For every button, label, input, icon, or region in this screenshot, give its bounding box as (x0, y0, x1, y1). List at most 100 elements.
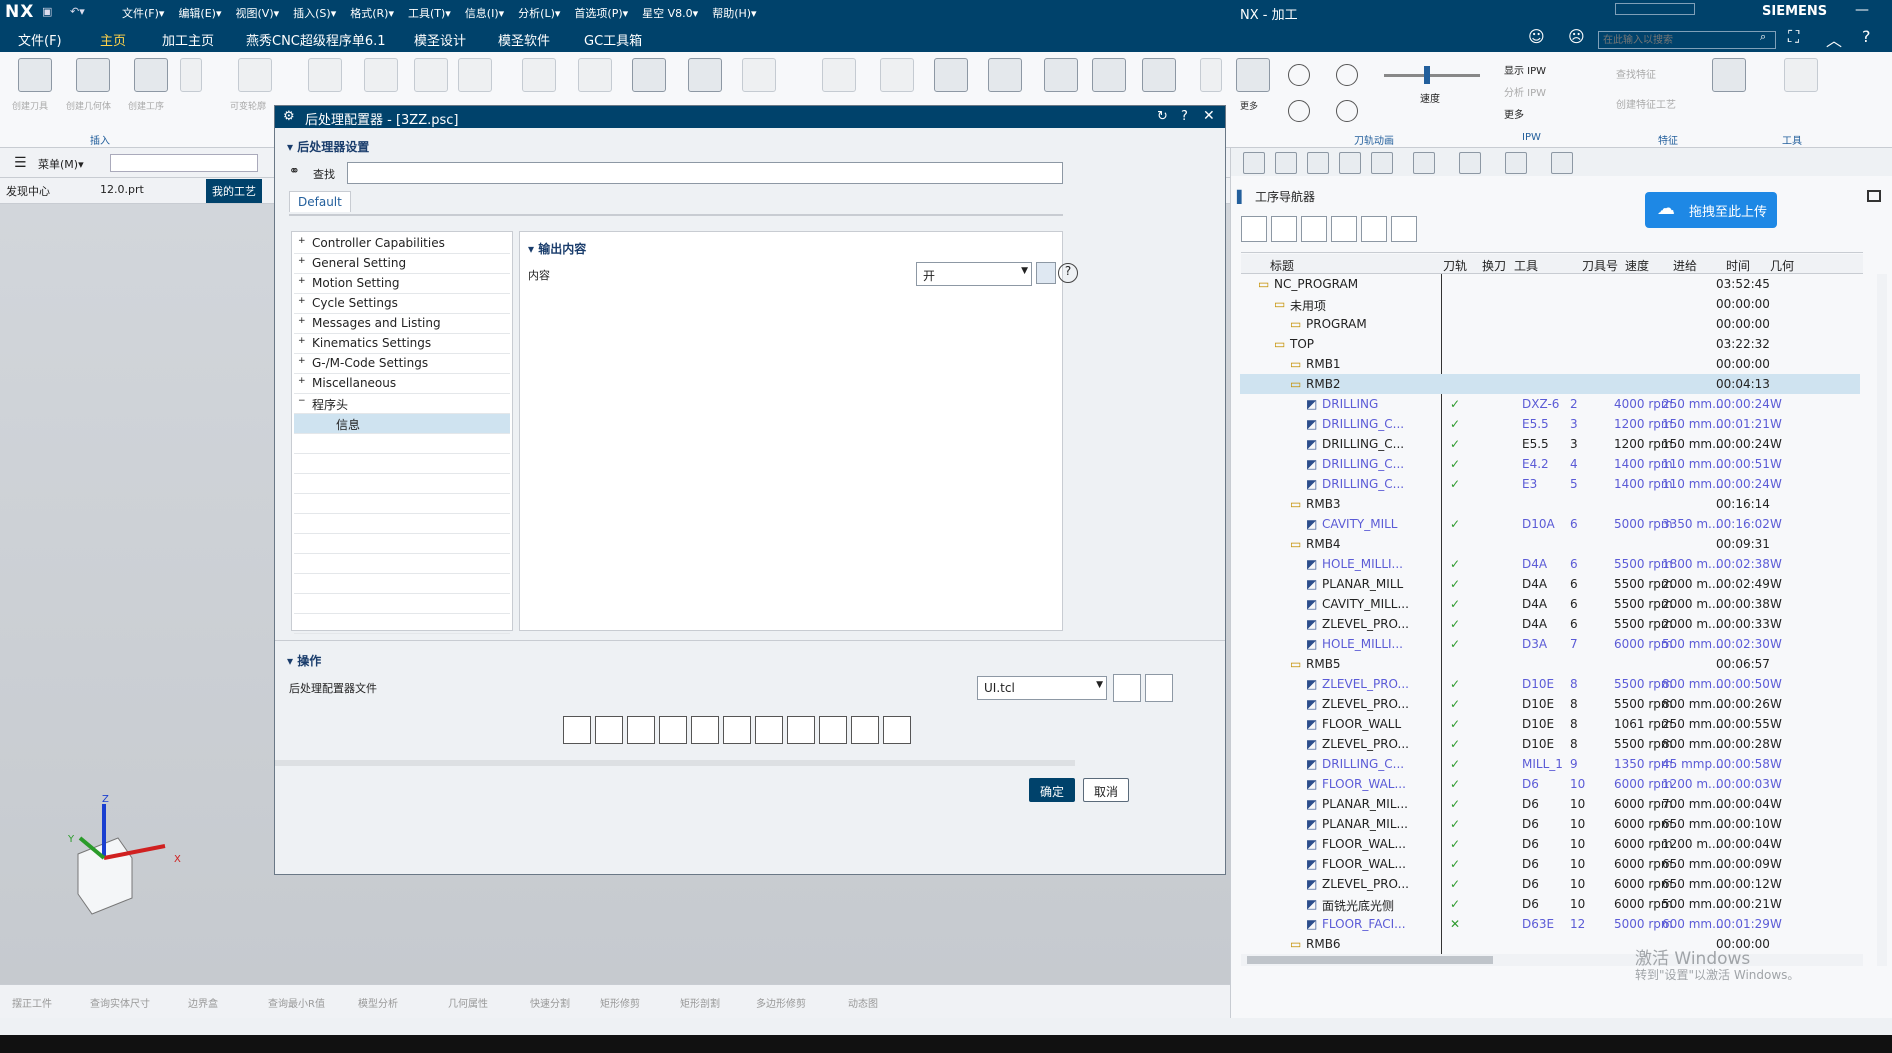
table-row[interactable]: ▭ 未用项 00:00:00 (1240, 294, 1860, 314)
table-row[interactable]: ◩ DRILLING_C... ✓ MILL_1 9 1350 rpm 45 mmp... 0… (1240, 754, 1860, 774)
post-configurator-button[interactable] (1784, 58, 1818, 92)
content-select[interactable]: 开 ▼ (916, 262, 1032, 286)
variable-contour-button[interactable] (238, 58, 272, 92)
table-row[interactable]: ◩ ZLEVEL_PRO... ✓ D10E 8 5500 rpm 800 mm... 00:… (1240, 694, 1860, 714)
expand-icon[interactable]: + (298, 356, 306, 366)
list-icon[interactable] (563, 716, 591, 744)
menu-item-6[interactable]: 信息(I)▾ (465, 5, 504, 21)
tree-item[interactable]: + Miscellaneous (294, 374, 510, 394)
tree-item[interactable]: + Messages and Listing (294, 314, 510, 334)
settings-section-header[interactable]: ▾ 后处理器设置 (287, 138, 369, 155)
op-tool-10[interactable] (822, 58, 856, 92)
table-row[interactable]: ◩ ZLEVEL_PRO... ✓ D10E 8 5500 rpm 800 mm... 00:… (1240, 674, 1860, 694)
status-tool-8[interactable]: 矩形剖割 (680, 995, 720, 1010)
view-tool-3[interactable] (1307, 152, 1329, 174)
tab-3[interactable]: 燕秀CNC超级程序单6.1 (246, 30, 386, 49)
info-question-icon[interactable]: ? (1058, 263, 1078, 283)
save-icon[interactable] (787, 716, 815, 744)
save-as-icon[interactable] (819, 716, 847, 744)
menu-button[interactable]: 菜单(M)▾ (38, 156, 84, 172)
menu-icon[interactable]: ☰ (14, 155, 27, 171)
config-tool-icon[interactable] (1145, 674, 1173, 702)
tree-item[interactable]: + General Setting (294, 254, 510, 274)
show-toolpath-button[interactable] (988, 58, 1022, 92)
menu-item-10[interactable]: 帮助(H)▾ (712, 5, 756, 21)
info-icon[interactable] (691, 716, 719, 744)
tab-default[interactable]: Default (289, 191, 351, 212)
tab-discovery-center[interactable]: 发现中心 (6, 183, 50, 199)
table-row[interactable]: ◩ PLANAR_MIL... ✓ D6 10 6000 rpm 700 mm... 00:0… (1240, 794, 1860, 814)
status-tool-4[interactable]: 模型分析 (358, 995, 398, 1010)
status-tool-3[interactable]: 查询最小R值 (268, 995, 325, 1010)
table-row[interactable]: ▭ NC_PROGRAM 03:52:45 (1240, 274, 1860, 294)
table-row[interactable]: ◩ ZLEVEL_PRO... ✓ D4A 6 5500 rpm 2000 m... 00:0… (1240, 614, 1860, 634)
tab-part-file[interactable]: 12.0.prt (100, 183, 144, 196)
settings-icon[interactable] (659, 716, 687, 744)
expand-icon[interactable]: − (298, 396, 306, 406)
restore-icon[interactable] (1867, 190, 1881, 202)
feature-more-button[interactable] (1712, 58, 1746, 92)
create-geometry-button[interactable] (76, 58, 110, 92)
show-ipw-button[interactable] (934, 58, 968, 92)
op-tool-11[interactable] (880, 58, 914, 92)
command-search-input[interactable] (1598, 31, 1776, 49)
folder-icon[interactable] (723, 716, 751, 744)
expand-icon[interactable]: + (298, 236, 306, 246)
menu-item-2[interactable]: 视图(V)▾ (236, 5, 280, 21)
menu-item-7[interactable]: 分析(L)▾ (518, 5, 560, 21)
collapse-icon[interactable]: ︿ (1826, 27, 1842, 51)
def-icon[interactable] (595, 716, 623, 744)
expand-icon[interactable]: + (298, 276, 306, 286)
view-tool-9[interactable] (1551, 152, 1573, 174)
op-tool-3[interactable] (364, 58, 398, 92)
create-operation-button[interactable] (134, 58, 168, 92)
view-tool-5[interactable] (1371, 152, 1393, 174)
horizontal-scrollbar[interactable] (1241, 954, 1863, 966)
view-tool-6[interactable] (1413, 152, 1435, 174)
horizontal-scrollbar-thumb[interactable] (1247, 956, 1493, 964)
undo-icon[interactable] (883, 716, 911, 744)
menu-item-1[interactable]: 编辑(E)▾ (178, 5, 221, 21)
export-icon[interactable] (851, 716, 879, 744)
tree-item[interactable]: + Motion Setting (294, 274, 510, 294)
status-tool-9[interactable]: 多边形修剪 (756, 995, 806, 1010)
expand-icon[interactable]: + (298, 256, 306, 266)
vertical-scrollbar[interactable] (1877, 274, 1887, 966)
more-ops-button[interactable] (1236, 58, 1270, 92)
table-row[interactable]: ▭ RMB4 00:09:31 (1240, 534, 1860, 554)
op-tool-6[interactable] (522, 58, 556, 92)
table-row[interactable]: ▭ PROGRAM 00:00:00 (1240, 314, 1860, 334)
output-section-header[interactable]: ▾ 输出内容 (528, 240, 586, 257)
show-ipw-label[interactable]: 显示 IPW (1504, 62, 1546, 77)
rewind-icon[interactable] (1288, 64, 1310, 86)
frown-icon[interactable]: ☹ (1568, 27, 1585, 46)
table-row[interactable]: ◩ DRILLING_C... ✓ E3 5 1400 rpm 110 mm... 00:00… (1240, 474, 1860, 494)
save-icon[interactable]: ▣ (42, 5, 52, 18)
view-tool-2[interactable] (1275, 152, 1297, 174)
tree-item[interactable]: + G-/M-Code Settings (294, 354, 510, 374)
tab-0[interactable]: 文件(F) (18, 30, 62, 49)
expand-icon[interactable]: + (298, 316, 306, 326)
find-feature-label[interactable]: 查找特征 (1616, 66, 1656, 81)
op-tool-9[interactable] (742, 58, 776, 92)
toolpath-report-button[interactable] (1092, 58, 1126, 92)
op-tool-2[interactable] (308, 58, 342, 92)
speed-slider-handle[interactable] (1424, 66, 1430, 84)
tab-6[interactable]: GC工具箱 (584, 30, 642, 49)
edit-icon[interactable] (627, 716, 655, 744)
undo-icon[interactable]: ↶▾ (70, 5, 85, 18)
view-tool-1[interactable] (1243, 152, 1265, 174)
table-row[interactable]: ◩ ZLEVEL_PRO... ✓ D6 10 6000 rpm 650 mm... 00:0… (1240, 874, 1860, 894)
insert-view-icon[interactable] (1361, 216, 1387, 242)
more-insert-button[interactable] (180, 58, 202, 92)
search-icon[interactable]: ⌕ (1760, 30, 1766, 44)
config-file-select[interactable]: UI.tcl ▼ (977, 676, 1107, 700)
menu-item-0[interactable]: 文件(F)▾ (122, 5, 164, 21)
menu-item-5[interactable]: 工具(T)▾ (408, 5, 451, 21)
smiley-icon[interactable]: ☺ (1528, 27, 1545, 46)
method-view-icon[interactable] (1331, 216, 1357, 242)
table-row[interactable]: ◩ DRILLING ✓ DXZ-6 2 4000 rpm 250 mm... 00:00:2… (1240, 394, 1860, 414)
step-forward-icon[interactable] (1336, 100, 1358, 122)
ribbon-scroll-button[interactable] (1200, 58, 1222, 92)
op-tool-4[interactable] (414, 58, 448, 92)
